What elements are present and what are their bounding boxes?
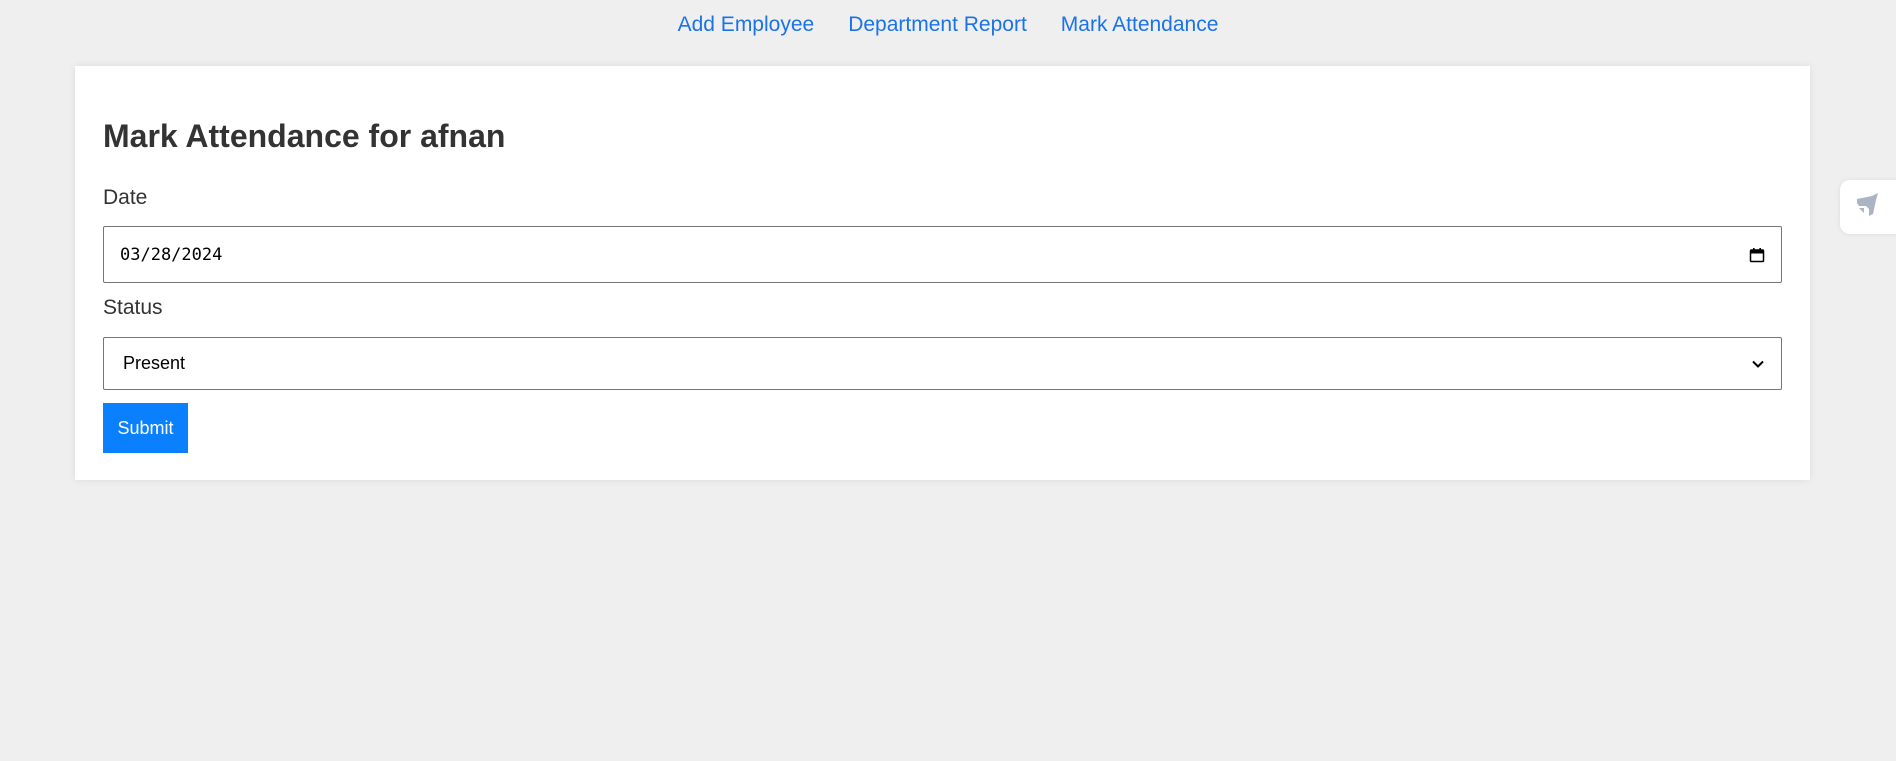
chevron-down-icon	[1751, 359, 1765, 369]
submit-button[interactable]: Submit	[103, 403, 188, 453]
status-label: Status	[103, 296, 163, 319]
nav-link-mark-attendance[interactable]: Mark Attendance	[1061, 13, 1219, 37]
page-title: Mark Attendance for afnan	[103, 118, 506, 154]
status-select[interactable]: Present	[103, 337, 1782, 390]
top-navigation: Add Employee Department Report Mark Atte…	[0, 0, 1896, 50]
calendar-icon[interactable]	[1749, 247, 1765, 263]
date-label: Date	[103, 186, 148, 209]
nav-link-add-employee[interactable]: Add Employee	[678, 13, 815, 37]
date-input[interactable]: 03/28/2024	[103, 226, 1782, 283]
attendance-form-card: Mark Attendance for afnan Date 03/28/202…	[75, 66, 1810, 480]
side-widget-button[interactable]	[1840, 180, 1896, 234]
rocket-icon	[1852, 190, 1882, 225]
status-selected-value: Present	[123, 353, 186, 373]
date-value: 03/28/2024	[120, 244, 223, 265]
nav-link-department-report[interactable]: Department Report	[848, 13, 1027, 37]
